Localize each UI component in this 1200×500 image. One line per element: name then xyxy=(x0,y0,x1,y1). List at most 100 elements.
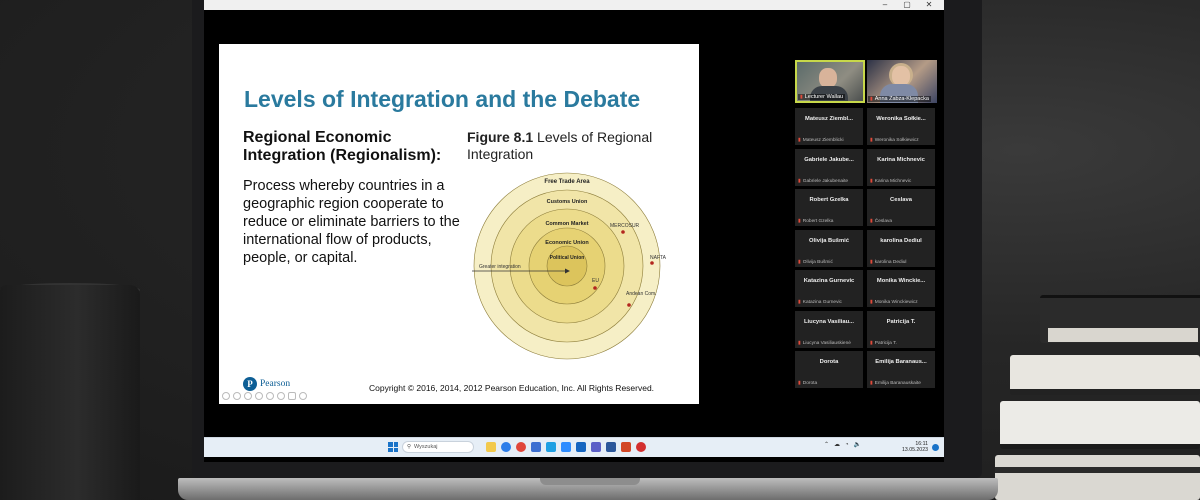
participant-full-name: Emilija Baranauskaite xyxy=(874,381,921,386)
participant-label: ▮ Gabriele Jakubenaite xyxy=(798,178,848,184)
participant-name: Dorota xyxy=(819,359,839,365)
camera-icon[interactable] xyxy=(288,392,296,400)
mic-muted-icon: ▮ xyxy=(870,339,873,346)
video-name: Anna Zabza-Klepacka xyxy=(874,96,929,102)
taskbar-search[interactable]: ⚲ Wyszukaj xyxy=(402,441,474,453)
mic-muted-icon: ▮ xyxy=(798,299,801,305)
participant-name: Karina Michnevic xyxy=(877,156,925,163)
next-slide-icon[interactable] xyxy=(233,392,241,400)
mic-muted-icon: ▮ xyxy=(798,218,801,224)
participant-tile[interactable]: Karina Michnevic ▮ Karina Michnevic xyxy=(867,148,935,186)
word-icon[interactable] xyxy=(606,442,616,452)
slide-body-text: Process whereby countries in a geographi… xyxy=(243,178,460,266)
participant-full-name: Katazina Gurnevic xyxy=(802,300,842,305)
ring-political-union xyxy=(546,245,588,287)
chrome-icon[interactable] xyxy=(516,442,526,452)
participant-tile[interactable]: Weronika Sołkie... ▮ Weronika Sołkiewicz xyxy=(867,108,935,145)
participant-tile[interactable]: Dorota ▮ Dorota xyxy=(795,351,863,388)
ring-label-common-market: Common Market xyxy=(545,221,588,227)
label-mercosur: MERCOSUR xyxy=(610,223,640,229)
participant-tile[interactable]: Liucyna Vasiliau... ▮ Liucyna Vasiliauskie… xyxy=(795,310,863,348)
file-explorer-icon[interactable] xyxy=(486,442,496,452)
menu-icon[interactable] xyxy=(299,392,307,400)
participant-full-name: Patricija T. xyxy=(874,340,897,346)
zoom-icon[interactable] xyxy=(561,442,571,452)
mic-muted-icon: ▮ xyxy=(870,177,873,184)
edge-icon[interactable] xyxy=(501,442,511,452)
participant-name: Emilija Baranaus... xyxy=(875,359,927,365)
mic-muted-icon: ▮ xyxy=(800,94,803,100)
copyright-notice: Copyright © 2016, 2014, 2012 Pearson Edu… xyxy=(369,383,655,393)
mic-muted-icon: ▮ xyxy=(870,96,873,102)
participant-label: ▮ Dorota xyxy=(798,380,817,386)
powerpoint-icon[interactable] xyxy=(621,442,631,452)
notification-icon[interactable] xyxy=(932,444,939,451)
network-icon[interactable]: ◔ xyxy=(845,442,849,448)
store-icon[interactable] xyxy=(531,442,541,452)
zoom-icon[interactable] xyxy=(255,392,263,400)
participant-full-name: Mateusz Ziemblicki xyxy=(802,138,844,143)
close-button[interactable]: ✕ xyxy=(918,0,940,10)
chevron-up-icon[interactable]: ⌃ xyxy=(824,441,829,448)
point-nafta xyxy=(650,261,654,265)
participant-label: ▮ karolina Dediul xyxy=(870,259,907,265)
mic-muted-icon: ▮ xyxy=(798,258,801,265)
participant-label: ▮ Liucyna Vasiliauskienė xyxy=(798,340,851,346)
point-mercosur xyxy=(621,230,625,234)
participant-tile[interactable]: Katazina Gurnevic ▮ Katazina Gurnevic xyxy=(795,270,863,307)
maximize-button[interactable]: ▢ xyxy=(896,0,918,10)
mic-muted-icon: ▮ xyxy=(870,218,873,224)
mic-muted-icon: ▮ xyxy=(870,258,873,265)
subtitle-icon[interactable] xyxy=(266,392,274,400)
participant-label: ▮ Robert Gzelka xyxy=(798,218,833,224)
taskbar-apps: ⚲ Wyszukaj xyxy=(388,441,646,453)
clock-date: 13.05.2023 xyxy=(902,447,928,453)
label-eu: EU xyxy=(592,278,599,284)
participant-video[interactable]: ▮ Lecturer Wallau xyxy=(795,60,865,103)
speaker-icon[interactable]: 🔈 xyxy=(854,441,861,448)
participant-full-name: Gabriele Jakubenaite xyxy=(802,178,849,184)
participant-full-name: Česlava xyxy=(874,219,893,224)
laptop-screen: – ▢ ✕ Levels of Integration and the Deba… xyxy=(204,0,944,462)
minimize-button[interactable]: – xyxy=(874,0,896,10)
presentation-slide: Levels of Integration and the Debate Reg… xyxy=(219,44,699,404)
point-eu xyxy=(593,286,597,290)
participant-tile[interactable]: Olivija Bušmić ▮ Olivija Bušmić xyxy=(795,229,863,267)
laptop-notch xyxy=(540,478,640,485)
participant-tile[interactable]: Mateusz Ziembl... ▮ Mateusz Ziemblicki xyxy=(795,108,863,145)
pen-icon[interactable] xyxy=(244,392,252,400)
windows-start-icon[interactable] xyxy=(388,442,398,452)
mic-muted-icon: ▮ xyxy=(798,339,801,346)
participant-name: karolina Dediul xyxy=(880,237,922,244)
previous-slide-icon[interactable] xyxy=(222,392,230,400)
participant-full-name: karolina Dediul xyxy=(874,259,907,265)
teams-icon[interactable] xyxy=(591,442,601,452)
participant-name: Olivija Bušmić xyxy=(809,237,849,244)
participant-label: ▮ Česlava xyxy=(870,218,892,224)
onedrive-icon[interactable]: ☁ xyxy=(834,441,840,448)
participant-video[interactable]: ▮ Anna Zabza-Klepacka xyxy=(867,60,937,103)
taskbar-clock[interactable]: 16:11 13.05.2023 xyxy=(902,441,928,453)
participant-tile[interactable]: Česlava ▮ Česlava xyxy=(867,189,935,226)
participant-label: ▮ Emilija Baranauskaite xyxy=(870,380,921,386)
book-stack xyxy=(995,295,1200,500)
book xyxy=(1040,295,1200,343)
pearson-logo: P Pearson xyxy=(243,377,290,391)
participant-tile[interactable]: Monika Winckie... ▮ Monika Winckiewicz xyxy=(867,270,935,307)
book xyxy=(1010,355,1200,395)
opera-icon[interactable] xyxy=(636,442,646,452)
outlook-icon[interactable] xyxy=(576,442,586,452)
participant-tile[interactable]: Gabriele Jakube... ▮ Gabriele Jakubenaite xyxy=(795,148,863,186)
ring-label-economic-union: Economic Union xyxy=(545,240,589,246)
participant-tile[interactable]: Patricija T. ▮ Patricija T. xyxy=(867,310,935,348)
participant-label: ▮ Patricija T. xyxy=(870,340,897,346)
participant-name: Robert Gzelka xyxy=(809,197,849,203)
participant-tile[interactable]: karolina Dediul ▮ karolina Dediul xyxy=(867,229,935,267)
participant-tile[interactable]: Robert Gzelka ▮ Robert Gzelka xyxy=(795,189,863,226)
more-options-icon[interactable] xyxy=(277,392,285,400)
participant-name: Mateusz Ziembl... xyxy=(805,116,853,122)
participant-tile[interactable]: Emilija Baranaus... ▮ Emilija Baranauskait… xyxy=(867,351,935,388)
skype-icon[interactable] xyxy=(546,442,556,452)
label-nafta: NAFTA xyxy=(650,255,667,261)
integration-diagram: Free Trade Area Customs Union Common Mar… xyxy=(472,172,667,360)
